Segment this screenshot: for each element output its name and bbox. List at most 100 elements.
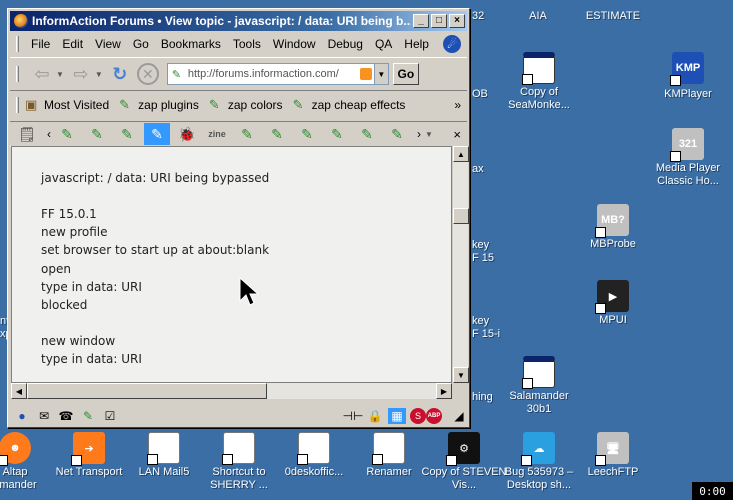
minimize-button[interactable]: _ [413, 14, 429, 28]
desktop-icon-lan-mail[interactable]: ✉ LAN Mail5 [121, 432, 207, 479]
menu-view[interactable]: View [89, 37, 127, 51]
wand-icon[interactable]: ✎ [114, 123, 140, 145]
menu-bookmarks[interactable]: Bookmarks [155, 37, 227, 51]
wand-icon[interactable]: ✎ [144, 123, 170, 145]
wand-icon[interactable]: ✎ [294, 123, 320, 145]
noscript-icon[interactable]: S [410, 408, 426, 424]
stop-button[interactable]: ✕ [136, 63, 159, 85]
zine-icon[interactable]: zine [204, 123, 230, 145]
wand-icon[interactable]: ✎ [54, 123, 80, 145]
bookmark-zap-plugins[interactable]: ✎ zap plugins [119, 98, 199, 113]
desktop-icon-label: Shortcut to SHERRY ... [210, 466, 268, 491]
scroll-thumb[interactable] [453, 208, 469, 224]
chevron-down-icon[interactable]: ▼ [95, 70, 103, 79]
bookmarks-overflow-chevron[interactable]: » [454, 98, 461, 112]
menu-debug[interactable]: Debug [322, 37, 369, 51]
wand-icon[interactable]: ✎ [84, 123, 110, 145]
desktop-label-partial[interactable]: ax [472, 163, 484, 175]
menu-edit[interactable]: Edit [56, 37, 89, 51]
chevron-down-icon[interactable]: ▼ [425, 130, 433, 139]
globe-icon[interactable]: ● [13, 408, 31, 424]
chevron-right-icon[interactable]: › [414, 127, 424, 141]
close-toolbar-button[interactable]: × [453, 127, 461, 142]
menu-go[interactable]: Go [127, 37, 155, 51]
desktop-icon-shortcut-sherry[interactable]: ≡ Shortcut to SHERRY ... [196, 432, 282, 492]
desktop-icon-copy-of-seamonkey[interactable]: Copy of SeaMonke... [496, 52, 582, 112]
menu-window[interactable]: Window [267, 37, 322, 51]
lock-icon[interactable]: 🔒 [366, 408, 384, 424]
close-button[interactable]: × [449, 14, 465, 28]
desktop-label-partial[interactable]: OB [472, 88, 488, 100]
rss-feed-icon[interactable] [359, 68, 372, 80]
bug-icon[interactable]: 🐞 [174, 123, 200, 145]
maximize-button[interactable]: □ [431, 14, 447, 28]
adblock-icon[interactable]: ABP [426, 408, 442, 424]
horizontal-scrollbar[interactable]: ◀ ▶ [11, 383, 452, 399]
desktop-label-partial[interactable]: key [472, 315, 489, 327]
wand-icon[interactable]: ✎ [264, 123, 290, 145]
addressbook-icon[interactable]: ☎ [57, 408, 75, 424]
mail-icon[interactable]: ✉ [35, 408, 53, 424]
toolbar-grip[interactable] [16, 97, 19, 113]
go-button[interactable]: Go [392, 63, 419, 85]
forward-button[interactable]: ⇨ [68, 61, 94, 87]
scroll-left-button[interactable]: ◀ [11, 383, 27, 399]
scroll-thumb[interactable] [27, 383, 267, 399]
toolbar-grip[interactable] [16, 36, 19, 52]
desktop-icon-mbprobe[interactable]: MB? MBProbe [570, 204, 656, 251]
bookmark-zap-colors[interactable]: ✎ zap colors [209, 98, 283, 113]
toolbar-grip[interactable] [16, 66, 19, 82]
wand-icon[interactable]: ✎ [354, 123, 380, 145]
vertical-scrollbar[interactable]: ▲ ▼ [452, 146, 469, 383]
bookmark-most-visited[interactable]: ▣ Most Visited [25, 98, 109, 113]
menu-help[interactable]: Help [398, 37, 435, 51]
bookmark-zap-cheap-effects[interactable]: ✎ zap cheap effects [293, 98, 406, 113]
back-button[interactable]: ⇦ [29, 61, 55, 87]
desktop-icon-copy-of-steven[interactable]: ⚙ Copy of STEVEN Vis... [421, 432, 507, 492]
desktop-icon-leechftp[interactable]: 🖥 LeechFTP [570, 432, 656, 479]
desktop-icon-media-player-classic[interactable]: 321 Media Player Classic Ho... [645, 128, 731, 188]
menu-tools[interactable]: Tools [227, 37, 267, 51]
throbber-icon[interactable]: ☄ [443, 35, 461, 53]
desktop-label-32[interactable]: 32 [472, 10, 484, 22]
url-dropdown-button[interactable]: ▼ [373, 64, 388, 84]
desktop-icon-aia[interactable]: AIA [495, 0, 581, 23]
title-bar[interactable]: InformAction Forums • View topic - javas… [10, 11, 467, 31]
resize-grip-icon[interactable]: ◢ [450, 408, 468, 424]
desktop-label-partial[interactable]: hing [472, 391, 493, 403]
desktop-icon-renamer[interactable]: A↓ Renamer [346, 432, 432, 479]
desktop-icon-0deskoffice[interactable]: ▤ 0deskoffic... [271, 432, 357, 479]
scroll-right-button[interactable]: ▶ [436, 383, 452, 399]
window-shortcut-icon [522, 356, 555, 389]
desktop-icon-label: MPUI [599, 314, 627, 326]
desktop-icon-salamander[interactable]: Salamander 30b1 [496, 356, 582, 416]
desktop-label-partial[interactable]: F 15 [472, 252, 494, 264]
desktop-label-partial[interactable]: F 15-i [472, 328, 500, 340]
desktop-icon-kmplayer[interactable]: KMP KMPlayer [645, 52, 731, 101]
chevron-left-icon[interactable]: ‹ [44, 127, 54, 141]
wand-icon[interactable]: ✎ [384, 123, 410, 145]
scroll-down-button[interactable]: ▼ [453, 367, 469, 383]
url-text[interactable]: http://forums.informaction.com/ [188, 68, 360, 80]
desktop-label-partial[interactable]: key [472, 239, 489, 251]
bookmark-label: zap plugins [138, 98, 199, 112]
reload-button[interactable]: ↻ [107, 61, 133, 87]
content-line: set browser to start up at about:blank [41, 243, 270, 257]
wand-icon[interactable]: ✎ [324, 123, 350, 145]
irc-icon[interactable]: ☑ [101, 408, 119, 424]
menu-file[interactable]: File [25, 37, 56, 51]
menu-qa[interactable]: QA [369, 37, 398, 51]
notepad-icon[interactable]: 🗒 [14, 123, 40, 145]
desktop-icon-mpui[interactable]: ▶ MPUI [570, 280, 656, 327]
content-line: type in data: URI [41, 280, 142, 294]
wand-icon[interactable]: ✎ [234, 123, 260, 145]
scroll-up-button[interactable]: ▲ [453, 146, 469, 162]
grid-icon[interactable]: ▦ [388, 408, 406, 424]
desktop-icon-net-transport[interactable]: ➔ Net Transport [46, 432, 132, 479]
composer-icon[interactable]: ✎ [79, 408, 97, 424]
desktop-icon-label: Salamander 30b1 [509, 390, 569, 415]
chevron-down-icon[interactable]: ▼ [56, 70, 64, 79]
desktop-icon-estimate[interactable]: ESTIMATE [570, 0, 656, 23]
connection-icon[interactable]: ⊣⊢ [343, 408, 364, 424]
url-bar[interactable]: ✎ http://forums.informaction.com/ ▼ [166, 63, 389, 85]
